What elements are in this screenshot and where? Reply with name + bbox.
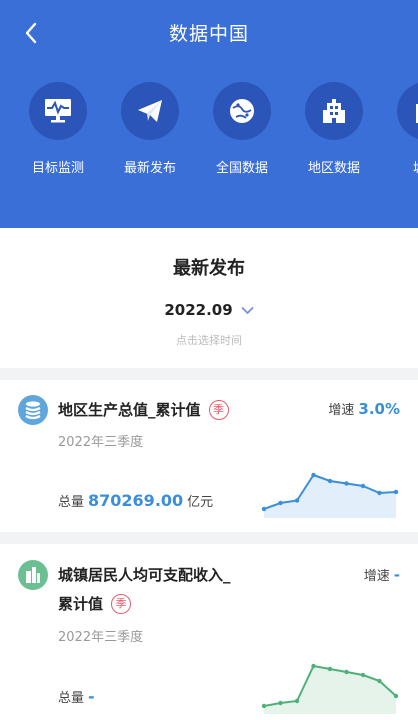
growth-rate: 增速 3.0% (328, 399, 400, 418)
date-selector[interactable]: 2022.09 (0, 301, 418, 319)
sparkline-point (294, 498, 300, 503)
paper-plane-icon (138, 100, 162, 122)
indicator-card[interactable]: 地区生产总值_累计值季 增速 3.0% 2022年三季度 总量 870269.00 亿… (0, 380, 418, 532)
sparkline-point (261, 703, 267, 709)
quarterly-badge: 季 (111, 594, 132, 614)
page-title: 数据中国 (168, 23, 249, 45)
sparkline-point (327, 666, 333, 672)
database-icon (18, 395, 48, 425)
sparkline-point (377, 678, 382, 684)
indicator-name: 地区生产总值_累计值季 (58, 395, 229, 425)
sparkline-point (327, 478, 333, 484)
nav-label: 全国数据 (215, 161, 268, 176)
date-hint: 点击选择时间 (176, 334, 242, 347)
sparkline-point (294, 698, 300, 704)
indicator-name-line1: 城镇居民人均可支配收入_ (58, 566, 231, 584)
growth-value: 3.0% (358, 400, 400, 418)
sparkline-point (261, 506, 267, 512)
sparkline-area (264, 666, 396, 714)
growth-rate: 增速 - (364, 565, 400, 584)
sparkline-point (360, 483, 366, 489)
total-value: - (88, 687, 95, 706)
city-buildings-icon (18, 560, 48, 590)
total-amount: 总量 870269.00 亿元 (58, 491, 213, 510)
sparkline-point (278, 500, 283, 506)
date-value: 2022.09 (164, 301, 233, 319)
chevron-down-icon (241, 306, 254, 314)
sparkline-point (377, 490, 382, 496)
globe-icon (230, 99, 254, 123)
total-unit: 亿元 (187, 495, 214, 510)
sparkline-point (311, 663, 316, 669)
nav-label: 最新发布 (123, 161, 176, 176)
trend-sparkline (261, 663, 399, 714)
period-label: 2022年三季度 (58, 435, 144, 450)
building-icon (323, 99, 345, 123)
nav-label: 地区数据 (307, 161, 360, 176)
total-label: 总量 (58, 691, 85, 706)
indicator-name-line2: 累计值季 (58, 589, 132, 619)
nav-item-latest-release[interactable]: 最新发布 (104, 82, 196, 176)
period-label: 2022年三季度 (58, 630, 144, 645)
nav-label: 城市 (380, 157, 418, 176)
quarterly-badge: 季 (208, 400, 229, 420)
nav-item-city[interactable]: 城市 (380, 82, 418, 176)
indicator-card[interactable]: 城镇居民人均可支配收入_ 累计值季 增速 - 2022年三季度 总量 - (0, 544, 418, 720)
nav-item-target-monitor[interactable]: 目标监测 (12, 82, 104, 176)
sparkline-point (360, 672, 366, 678)
nav-label: 目标监测 (31, 161, 84, 176)
nav-item-regional-data[interactable]: 地区数据 (288, 82, 380, 176)
sparkline-point (344, 669, 349, 675)
section-title: 最新发布 (173, 258, 245, 279)
sparkline-point (278, 700, 283, 706)
total-label: 总量 (58, 495, 85, 510)
sparkline-point (311, 472, 316, 478)
trend-sparkline (261, 472, 399, 518)
indicator-name-text: 累计值 (58, 595, 104, 613)
sparkline-point (393, 693, 399, 699)
total-value: 870269.00 (88, 491, 184, 510)
indicator-name-text: 地区生产总值_累计值 (58, 401, 201, 419)
app-header: 数据中国 目标监测 最新发布 全国数据 地区数据 (0, 0, 418, 228)
sparkline-point (393, 489, 399, 495)
monitor-icon (45, 99, 71, 123)
growth-label: 增速 (363, 569, 390, 584)
sparkline-point (344, 481, 349, 486)
growth-value: - (393, 566, 400, 584)
city-icon (416, 104, 418, 123)
latest-release-header: 最新发布 2022.09 点击选择时间 (0, 228, 418, 368)
total-amount: 总量 - (58, 687, 99, 706)
growth-label: 增速 (328, 403, 355, 418)
nav-item-national-data[interactable]: 全国数据 (196, 82, 288, 176)
category-nav: 目标监测 最新发布 全国数据 地区数据 (0, 82, 418, 192)
